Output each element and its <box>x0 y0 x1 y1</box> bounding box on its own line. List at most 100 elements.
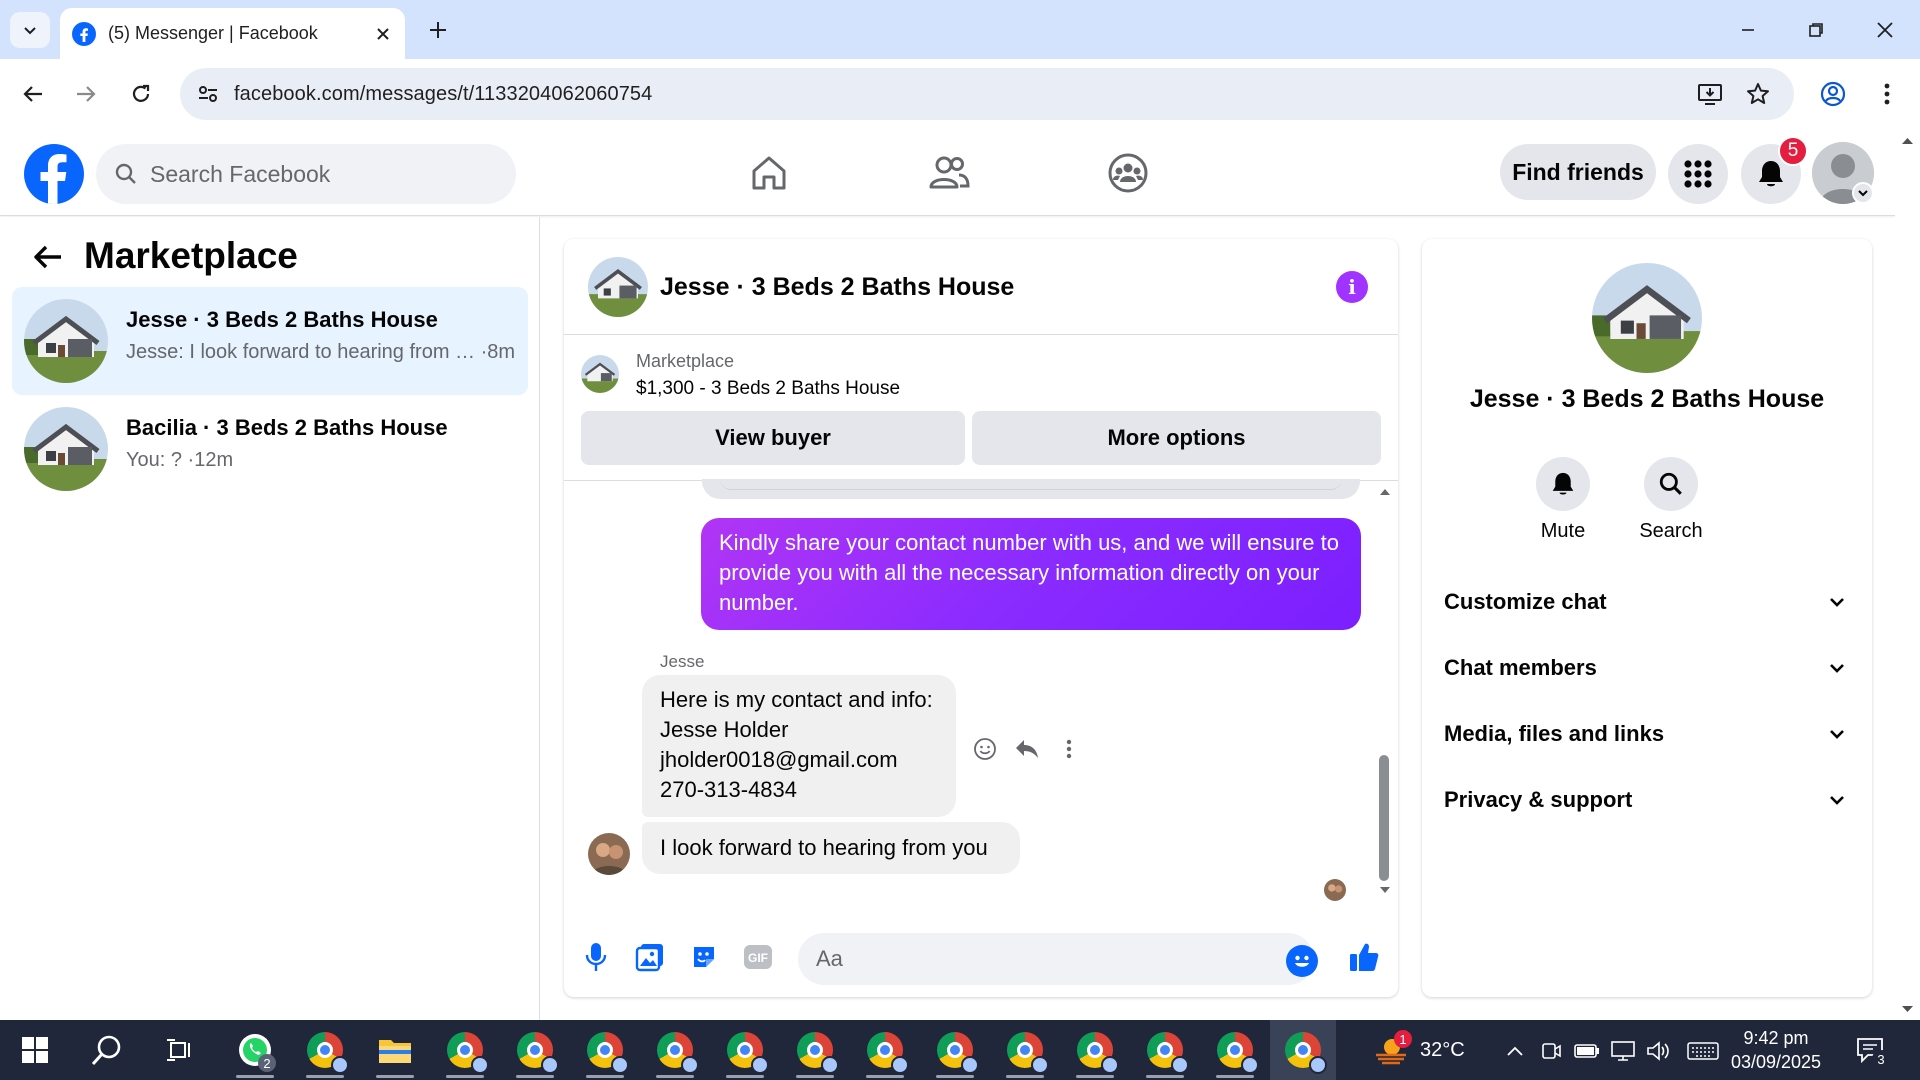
message-input-box[interactable] <box>798 933 1314 985</box>
taskbar-chrome[interactable] <box>506 1020 564 1080</box>
react-emoji-icon[interactable] <box>969 733 1001 765</box>
thumbs-up-icon[interactable] <box>1346 939 1382 975</box>
home-icon <box>752 156 786 190</box>
facebook-logo-icon[interactable] <box>24 144 84 204</box>
chat-avatar[interactable] <box>588 257 648 317</box>
photo-icon[interactable] <box>632 939 668 975</box>
search-label: Search <box>1639 520 1703 542</box>
taskbar-chrome[interactable] <box>856 1020 914 1080</box>
info-icon[interactable]: i <box>1336 271 1368 303</box>
previous-message-bubble <box>702 479 1360 499</box>
bell-icon <box>1759 161 1783 187</box>
minimize-button[interactable] <box>1723 8 1773 52</box>
sidebar-title: Marketplace <box>84 235 298 276</box>
menu-grid-button[interactable] <box>1668 144 1728 204</box>
url-text[interactable]: facebook.com/messages/t/1133204062060754 <box>234 83 652 106</box>
taskbar-chrome[interactable] <box>646 1020 704 1080</box>
chat-list-sidebar: Marketplace Jesse · 3 Beds 2 Baths House… <box>0 217 540 1020</box>
more-options-button[interactable]: More options <box>972 411 1381 465</box>
clock[interactable]: 9:42 pm 03/09/2025 <box>1716 1026 1836 1074</box>
media-files-links-row[interactable]: Media, files and links <box>1440 707 1854 761</box>
chat-scroll-thumb[interactable] <box>1379 755 1389 881</box>
taskbar-chrome[interactable] <box>1206 1020 1264 1080</box>
received-message-bubble[interactable]: I look forward to hearing from you <box>642 822 1020 874</box>
show-hidden-icons-icon[interactable] <box>1502 1038 1528 1064</box>
new-tab-button[interactable] <box>420 12 456 48</box>
mute-button[interactable]: Mute <box>1518 457 1608 543</box>
browser-menu-icon[interactable] <box>1867 74 1907 114</box>
forward-button[interactable] <box>66 74 106 114</box>
profile-icon[interactable] <box>1813 74 1853 114</box>
more-actions-icon[interactable] <box>1053 733 1085 765</box>
taskbar-chrome[interactable] <box>786 1020 844 1080</box>
conversation-item-bacilia[interactable]: Bacilia · 3 Beds 2 Baths House You: ? ·1… <box>12 395 528 503</box>
section-label: Chat members <box>1444 655 1597 680</box>
facebook-search-box[interactable] <box>96 144 516 204</box>
chrome-icon <box>587 1032 629 1074</box>
back-button[interactable] <box>13 74 53 114</box>
chat-title[interactable]: Jesse · 3 Beds 2 Baths House <box>660 273 1014 302</box>
tab-search-button[interactable] <box>10 12 50 48</box>
account-caret-icon[interactable] <box>1852 182 1874 204</box>
taskbar-chrome[interactable] <box>576 1020 634 1080</box>
facebook-search-input[interactable] <box>150 160 470 188</box>
close-tab-icon[interactable] <box>367 18 399 50</box>
taskbar-chrome[interactable] <box>716 1020 774 1080</box>
network-icon[interactable] <box>1610 1038 1636 1064</box>
sender-avatar[interactable] <box>588 833 630 875</box>
conversation-snippet: Jesse: I look forward to hearing from … … <box>126 341 516 363</box>
site-info-icon[interactable] <box>196 82 220 106</box>
emoji-icon[interactable] <box>1286 945 1318 977</box>
restore-button[interactable] <box>1791 8 1841 52</box>
windows-logo-icon <box>22 1037 48 1063</box>
address-bar[interactable]: facebook.com/messages/t/1133204062060754 <box>180 68 1794 120</box>
volume-icon[interactable] <box>1646 1038 1672 1064</box>
notification-center-icon[interactable]: 3 <box>1852 1034 1890 1068</box>
chat-info-panel: Jesse · 3 Beds 2 Baths House Mute Search… <box>1422 239 1872 997</box>
taskbar-chrome[interactable] <box>296 1020 354 1080</box>
meet-camera-icon[interactable] <box>1538 1038 1564 1064</box>
nav-home[interactable] <box>709 142 829 204</box>
battery-icon[interactable] <box>1574 1038 1600 1064</box>
taskbar-chrome[interactable] <box>1066 1020 1124 1080</box>
browser-tab[interactable]: (5) Messenger | Facebook <box>60 8 405 59</box>
taskbar-chrome[interactable] <box>1136 1020 1194 1080</box>
nav-groups[interactable] <box>1068 142 1188 204</box>
conversation-item-jesse[interactable]: Jesse · 3 Beds 2 Baths House Jesse: I lo… <box>12 287 528 395</box>
customize-chat-row[interactable]: Customize chat <box>1440 575 1854 629</box>
back-arrow-icon[interactable] <box>26 235 70 279</box>
taskbar-chrome-active[interactable] <box>1270 1020 1336 1080</box>
clock-date: 03/09/2025 <box>1730 1052 1822 1072</box>
nav-friends[interactable] <box>889 142 1009 204</box>
page-scrollbar[interactable] <box>1895 130 1920 1020</box>
chat-panel: Jesse · 3 Beds 2 Baths House i Marketpla… <box>564 239 1398 997</box>
bookmark-star-icon[interactable] <box>1738 74 1778 114</box>
keyboard-icon[interactable] <box>1686 1038 1720 1064</box>
find-friends-button[interactable]: Find friends <box>1500 144 1656 200</box>
reply-icon[interactable] <box>1011 733 1043 765</box>
taskbar-chrome[interactable] <box>926 1020 984 1080</box>
install-app-icon[interactable] <box>1690 74 1730 114</box>
view-buyer-button[interactable]: View buyer <box>581 411 965 465</box>
listing-title[interactable]: $1,300 - 3 Beds 2 Baths House <box>636 378 900 400</box>
reload-button[interactable] <box>121 74 161 114</box>
taskbar-chrome[interactable] <box>996 1020 1054 1080</box>
taskbar-whatsapp[interactable]: 2 <box>226 1020 284 1080</box>
sent-message-bubble[interactable]: Kindly share your contact number with us… <box>701 518 1361 630</box>
search-in-chat-button[interactable]: Search <box>1626 457 1716 543</box>
weather-widget[interactable]: 1 32°C <box>1374 1020 1465 1080</box>
task-view-button[interactable] <box>150 1020 208 1080</box>
start-button[interactable] <box>6 1020 64 1080</box>
facebook-header: Find friends 5 <box>0 130 1895 216</box>
gif-icon[interactable]: GIF <box>740 939 776 975</box>
sticker-icon[interactable] <box>686 939 722 975</box>
taskbar-file-explorer[interactable] <box>366 1020 424 1080</box>
close-window-button[interactable] <box>1860 8 1910 52</box>
received-message-bubble[interactable]: Here is my contact and info: Jesse Holde… <box>642 675 956 817</box>
chat-members-row[interactable]: Chat members <box>1440 641 1854 695</box>
taskbar-search-button[interactable] <box>78 1020 136 1080</box>
microphone-icon[interactable] <box>578 939 614 975</box>
taskbar-chrome[interactable] <box>436 1020 494 1080</box>
message-input[interactable] <box>816 946 1236 972</box>
privacy-support-row[interactable]: Privacy & support <box>1440 773 1854 827</box>
